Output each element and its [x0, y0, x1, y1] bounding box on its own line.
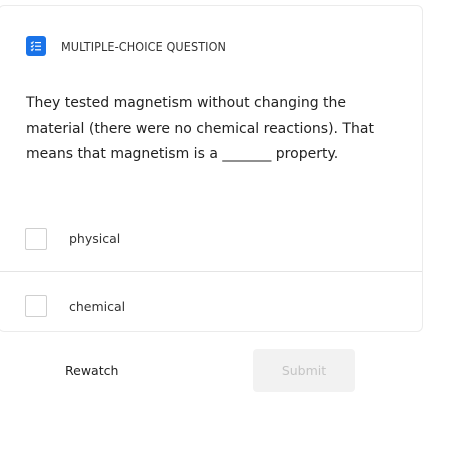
option-checkbox[interactable] [25, 227, 47, 250]
question-text: They tested magnetism without changing t… [26, 95, 374, 162]
option-checkbox[interactable] [25, 295, 47, 317]
rewatch-button[interactable]: Rewatch [65, 363, 118, 378]
option-physical[interactable]: physical [0, 206, 422, 272]
question-card: MULTIPLE-CHOICE QUESTION They tested mag… [0, 5, 423, 332]
question-header: MULTIPLE-CHOICE QUESTION [26, 36, 226, 56]
checklist-icon [26, 36, 46, 56]
option-label: physical [69, 231, 121, 246]
question-type-label: MULTIPLE-CHOICE QUESTION [61, 38, 227, 54]
option-label: chemical [69, 298, 126, 314]
option-chemical[interactable]: chemical [0, 273, 422, 339]
submit-button[interactable]: Submit [253, 349, 355, 392]
